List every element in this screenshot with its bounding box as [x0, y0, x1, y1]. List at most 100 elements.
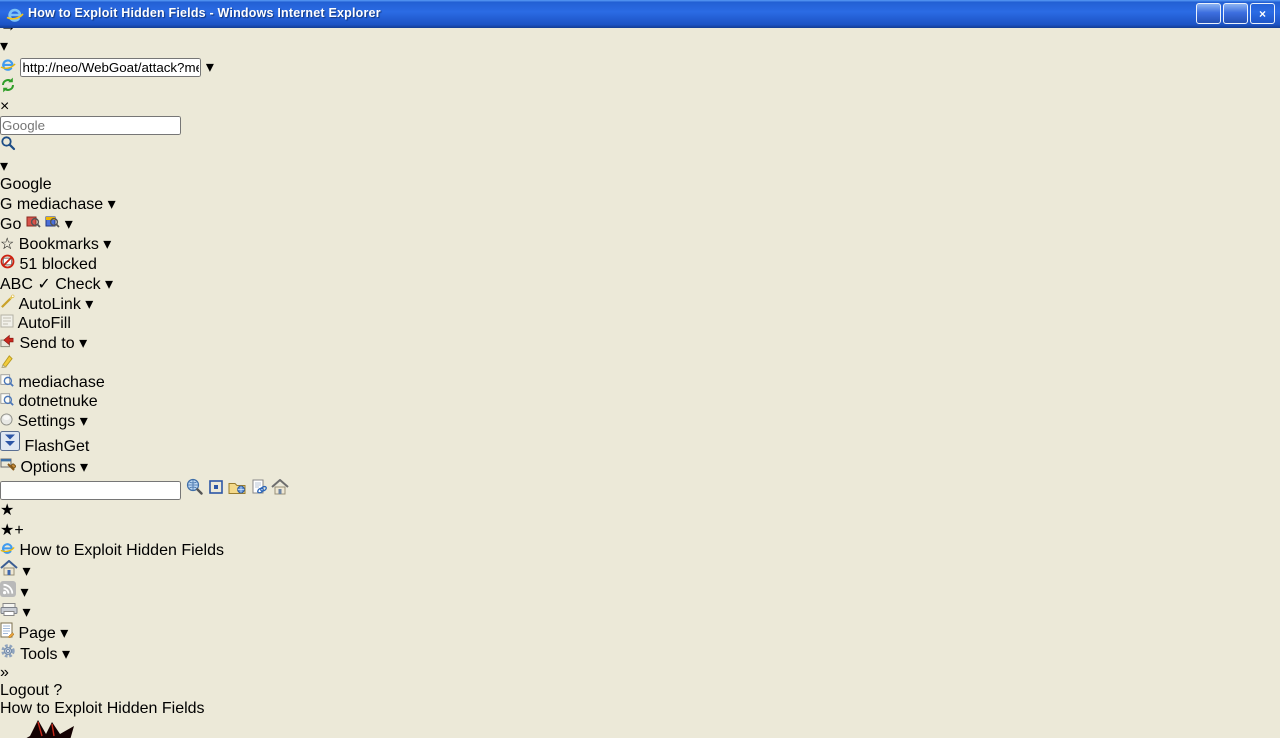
title-bar: How to Exploit Hidden Fields - Windows I…	[0, 0, 1280, 28]
page-menu-button[interactable]: Page ▾	[0, 622, 1280, 643]
spellcheck-icon: ABC ✓	[0, 276, 55, 293]
autofill-label: AutoFill	[18, 315, 71, 332]
add-favorite-icon: ★+	[0, 522, 24, 539]
send-to-label: Send to	[19, 335, 74, 352]
maximize-button[interactable]	[1223, 3, 1248, 24]
chevron-down-icon: ▾	[79, 335, 87, 352]
help-button[interactable]: ?	[53, 682, 62, 699]
flashget-button[interactable]: FlashGet	[0, 431, 1280, 456]
chevron-down-icon: ▾	[22, 604, 30, 621]
close-button[interactable]: ×	[1250, 3, 1275, 24]
tab-active[interactable]: How to Exploit Hidden Fields	[0, 540, 1280, 560]
chevron-down-icon: ▾	[103, 236, 111, 253]
search-web-icon	[45, 216, 64, 233]
autolink-button[interactable]: AutoLink ▾	[0, 294, 1280, 314]
chevron-down-icon: ▾	[80, 459, 88, 476]
gear-icon	[0, 646, 20, 663]
favorites-star-icon: ★	[0, 502, 14, 519]
check-glyph: ✓	[37, 276, 50, 293]
tools-menu-button[interactable]: Tools ▾	[0, 643, 1280, 664]
abc-glyph: ABC	[0, 276, 33, 293]
address-dropdown-button[interactable]: ▾	[206, 59, 214, 76]
flashget-capture-icon[interactable]	[208, 482, 228, 499]
google-g-icon: G	[0, 196, 12, 213]
search-go-button[interactable]	[0, 135, 1280, 156]
home-icon	[0, 563, 22, 580]
browser-viewport: Logout ? How to Exploit Hidden Fields	[0, 682, 1280, 738]
plus-glyph: +	[14, 522, 23, 539]
highlighter-button[interactable]	[0, 353, 1280, 373]
google-logo: Google	[0, 176, 52, 193]
minimize-button[interactable]	[1196, 3, 1221, 24]
tab-title: How to Exploit Hidden Fields	[19, 542, 224, 559]
toolbar-search-box[interactable]	[0, 116, 1280, 135]
autolink-wand-icon	[0, 296, 19, 313]
settings-orb-icon	[0, 413, 17, 430]
banner-texture: How to Exploit Hidden Fields	[0, 700, 1280, 718]
home-button[interactable]: ▾	[0, 560, 1280, 581]
search-input[interactable]	[0, 116, 181, 135]
url-input[interactable]	[20, 58, 201, 77]
page-icon	[0, 59, 20, 76]
add-favorite-button[interactable]: ★+	[0, 520, 1280, 540]
mediachase-label: mediachase	[18, 374, 104, 391]
magnifier-icon	[0, 393, 18, 410]
send-to-icon	[0, 335, 19, 352]
autofill-icon	[0, 315, 18, 332]
webgoat-banner: How to Exploit Hidden Fields	[0, 700, 1280, 738]
flashget-search-input[interactable]	[0, 481, 181, 500]
chevron-down-icon: ▾	[85, 296, 93, 313]
history-dropdown[interactable]: ▾	[0, 38, 8, 55]
stop-button[interactable]: ×	[0, 98, 1280, 116]
settings-button[interactable]: Settings ▾	[0, 411, 1280, 431]
logout-link[interactable]: Logout	[0, 682, 49, 699]
flashget-links-icon[interactable]	[251, 482, 271, 499]
google-toolbar: Google G mediachase ▾ Go ▾ ☆ Bookmarks ▾	[0, 176, 1280, 431]
tools-label: Tools	[20, 646, 57, 663]
refresh-button[interactable]	[0, 77, 1280, 98]
chevron-down-icon: ▾	[62, 646, 70, 663]
logo-letter: o	[21, 176, 30, 193]
toolbar-overflow-icon[interactable]: »	[0, 664, 9, 681]
flashget-options-button[interactable]: Options ▾	[0, 456, 1280, 477]
flashget-label: FlashGet	[24, 438, 89, 455]
logo-letter: G	[0, 176, 12, 193]
print-button[interactable]: ▾	[0, 602, 1280, 622]
feeds-button: ▾	[0, 581, 1280, 602]
chevron-down-icon: ▾	[20, 584, 28, 601]
favorites-button[interactable]: ★	[0, 500, 1280, 520]
send-to-button[interactable]: Send to ▾	[0, 333, 1280, 353]
ie-window: How to Exploit Hidden Fields - Windows I…	[0, 0, 1280, 738]
bookmarks-button[interactable]: ☆ Bookmarks ▾	[0, 234, 1280, 254]
popup-blocker-button[interactable]: 51 blocked	[0, 254, 1280, 274]
google-go-button[interactable]: Go ▾	[0, 214, 1280, 234]
mediachase-search-button[interactable]: mediachase	[0, 373, 1280, 392]
logo-letter: g	[30, 176, 39, 193]
rss-feed-icon	[0, 584, 20, 601]
highlighter-icon	[0, 355, 13, 372]
logout-area: Logout ?	[0, 682, 1280, 700]
chevron-down-icon: ▾	[206, 59, 214, 76]
popup-blocked-icon	[0, 256, 19, 273]
blocked-count-label: 51 blocked	[19, 256, 96, 273]
spellcheck-button[interactable]: ABC ✓ Check ▾	[0, 274, 1280, 294]
google-search-combo[interactable]: G mediachase ▾	[0, 194, 1280, 214]
flashget-downloads-icon[interactable]	[228, 482, 250, 499]
flashget-home-icon[interactable]	[271, 482, 289, 499]
chevron-down-icon: ▾	[65, 216, 73, 233]
bookmarks-label: Bookmarks	[19, 236, 99, 253]
address-bar[interactable]: ▾	[0, 56, 1280, 77]
search-options-dropdown[interactable]: ▾	[0, 156, 1280, 176]
bookmarks-star-icon: ☆	[0, 236, 14, 253]
window-controls: ×	[1196, 3, 1275, 24]
question-icon: ?	[53, 682, 62, 699]
dotnetnuke-search-button[interactable]: dotnetnuke	[0, 392, 1280, 411]
printer-icon	[0, 604, 22, 621]
flashget-search-icon[interactable]	[185, 482, 207, 499]
lesson-title: How to Exploit Hidden Fields	[0, 700, 205, 717]
magnifier-icon	[0, 374, 18, 391]
chevron-down-icon: ▾	[105, 276, 113, 293]
autofill-button: AutoFill	[0, 314, 1280, 333]
combo-dropdown-button[interactable]: ▾	[108, 196, 116, 213]
autolink-label: AutoLink	[19, 296, 81, 313]
